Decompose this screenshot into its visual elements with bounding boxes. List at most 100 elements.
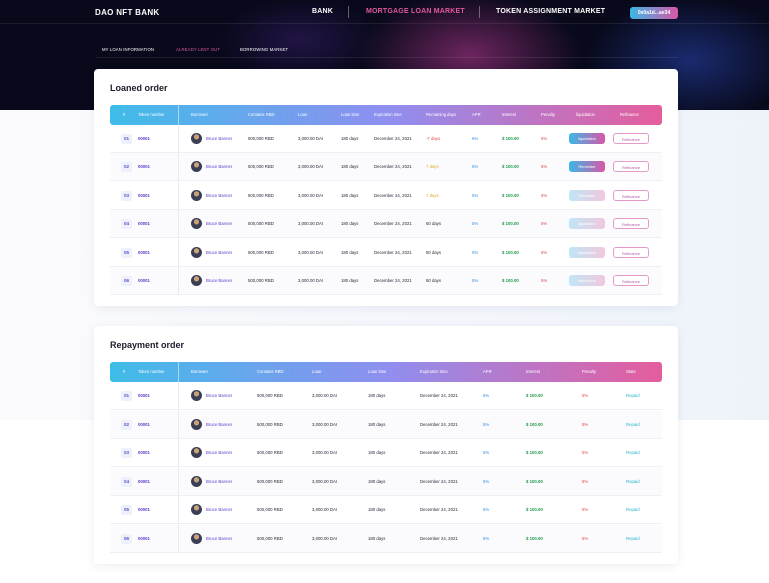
- token-number[interactable]: 00001: [138, 525, 150, 553]
- row-index: 03: [121, 448, 132, 459]
- refinance-button[interactable]: Refinance: [613, 275, 649, 286]
- loan-time: 180 days: [368, 507, 386, 513]
- liquidation-button[interactable]: Reminder: [569, 161, 605, 173]
- repayment-row: 06 00001 Bruce Banner 500,000 RBD 3,000.00 D…: [110, 525, 662, 553]
- loan-time: 180 days: [341, 249, 359, 255]
- loan-time: 180 days: [368, 450, 386, 456]
- remaining-days: 50 days: [426, 278, 442, 283]
- interest-value: $ 100.00: [502, 249, 519, 255]
- borrower-name[interactable]: Bruce Banner: [206, 496, 232, 524]
- liquidation-button[interactable]: liquidation: [569, 133, 605, 144]
- wallet-address-button[interactable]: 0x0a1d...ae34: [630, 7, 678, 19]
- row-index: 01: [121, 134, 132, 144]
- loan-time: 180 days: [368, 536, 386, 541]
- column-divider: [178, 125, 179, 153]
- avatar: [191, 418, 202, 430]
- refinance-button[interactable]: Refinance: [613, 161, 649, 173]
- penalty-value: 5%: [541, 136, 548, 141]
- repayment-order-title: Repayment order: [110, 340, 185, 350]
- col-interest: Interest: [526, 369, 540, 374]
- subtab-my-loan-information[interactable]: MY LOAN INFORMATION: [102, 47, 154, 52]
- liquidation-button[interactable]: liquidation: [569, 246, 605, 258]
- apr-value: 5%: [472, 164, 479, 170]
- loaned-row: 06 00001 Bruce Banner 500,000 RBD 3,000.00 D…: [110, 267, 662, 295]
- contains-rbd: 500,000 RBD: [248, 249, 274, 255]
- avatar: [191, 161, 202, 173]
- token-number[interactable]: 00001: [138, 239, 150, 267]
- avatar: [191, 447, 202, 459]
- state-badge: Repaid: [626, 450, 640, 456]
- loaned-row: 05 00001 Bruce Banner 500,000 RBD 3,000.00 D…: [110, 238, 662, 267]
- apr-value: 5%: [483, 450, 490, 456]
- repayment-table-header: # Token number Borrower Contains RBD Loa…: [110, 362, 662, 382]
- token-number[interactable]: 00001: [138, 267, 150, 295]
- subtab-divider: [96, 57, 678, 58]
- refinance-button[interactable]: Refinance: [613, 218, 649, 230]
- loan-amount: 3,000.00 DAI: [312, 450, 338, 456]
- expiration-time: December 24, 2021: [420, 393, 458, 398]
- expiration-time: December 24, 2021: [420, 478, 458, 484]
- apr-value: 5%: [472, 249, 479, 255]
- column-divider: [178, 238, 179, 267]
- token-number[interactable]: 00001: [138, 439, 150, 467]
- borrower-name[interactable]: Bruce Banner: [206, 439, 232, 467]
- nav-mortgage-loan-market[interactable]: MORTGAGE LOAN MARKET: [366, 8, 465, 15]
- expiration-time: December 24, 2021: [374, 164, 412, 170]
- loaned-order-title: Loaned order: [110, 83, 168, 93]
- token-number[interactable]: 00001: [138, 496, 150, 524]
- col-interest: Interest: [502, 112, 516, 117]
- refinance-button[interactable]: Refinance: [613, 133, 649, 144]
- borrower-name[interactable]: Bruce Banner: [206, 239, 232, 267]
- token-number[interactable]: 00001: [138, 125, 150, 153]
- loan-amount: 3,000.00 DAI: [298, 192, 324, 198]
- token-number[interactable]: 00001: [138, 182, 150, 210]
- token-number[interactable]: 00001: [138, 153, 150, 181]
- contains-rbd: 500,000 RBD: [248, 136, 274, 141]
- token-number[interactable]: 00001: [138, 411, 150, 439]
- subtab-already-lent-out[interactable]: ALREADY LENT OUT: [176, 47, 220, 52]
- apr-value: 5%: [483, 536, 490, 541]
- borrower-name[interactable]: Bruce Banner: [206, 468, 232, 496]
- interest-value: $ 100.00: [526, 507, 543, 513]
- apr-value: 6%: [472, 136, 479, 141]
- col-apr: APR: [472, 112, 481, 117]
- token-number[interactable]: 00001: [138, 468, 150, 496]
- column-divider: [178, 525, 179, 553]
- borrower-name[interactable]: Bruce Banner: [206, 182, 232, 210]
- borrower-name[interactable]: Bruce Banner: [206, 525, 232, 553]
- token-number[interactable]: 00001: [138, 210, 150, 238]
- contains-rbd: 500,000 RBD: [257, 507, 283, 513]
- row-index: 01: [121, 391, 132, 401]
- borrower-name[interactable]: Bruce Banner: [206, 411, 232, 439]
- repayment-order-card: Repayment order # Token number Borrower …: [94, 326, 678, 564]
- avatar: [191, 218, 202, 230]
- nav-token-assignment-market[interactable]: TOKEN ASSIGNMENT MARKET: [496, 8, 605, 15]
- avatar: [191, 533, 202, 544]
- loaned-row: 01 00001 Bruce Banner 500,000 RBD 3,000.00 D…: [110, 125, 662, 153]
- loan-amount: 3,000.00 DAI: [312, 536, 338, 541]
- nav-bank[interactable]: BANK: [312, 8, 333, 15]
- borrower-name[interactable]: Bruce Banner: [206, 267, 232, 295]
- brand-logo[interactable]: DAO NFT BANK: [95, 8, 159, 17]
- borrower-name[interactable]: Bruce Banner: [206, 210, 232, 238]
- refinance-button[interactable]: Refinance: [613, 246, 649, 258]
- nav-divider: [348, 6, 349, 18]
- col-token-number: Token number: [138, 112, 165, 117]
- refinance-button[interactable]: Refinance: [613, 189, 649, 201]
- contains-rbd: 500,000 RBD: [257, 536, 283, 541]
- liquidation-button[interactable]: liquidation: [569, 275, 605, 286]
- penalty-value: 5%: [582, 450, 589, 456]
- subtab-borrowing-market[interactable]: BORROWING MARKET: [240, 47, 288, 52]
- remaining-days: 50 days: [426, 249, 442, 255]
- loan-time: 180 days: [341, 221, 359, 227]
- liquidation-button[interactable]: Reminder: [569, 189, 605, 201]
- borrower-name[interactable]: Bruce Banner: [206, 382, 232, 410]
- borrower-name[interactable]: Bruce Banner: [206, 153, 232, 181]
- avatar: [191, 390, 202, 401]
- liquidation-button[interactable]: liquidation: [569, 218, 605, 230]
- borrower-name[interactable]: Bruce Banner: [206, 125, 232, 153]
- interest-value: $ 100.00: [502, 278, 519, 283]
- expiration-time: December 24, 2021: [374, 278, 412, 283]
- loan-time: 180 days: [341, 278, 359, 283]
- token-number[interactable]: 00001: [138, 382, 150, 410]
